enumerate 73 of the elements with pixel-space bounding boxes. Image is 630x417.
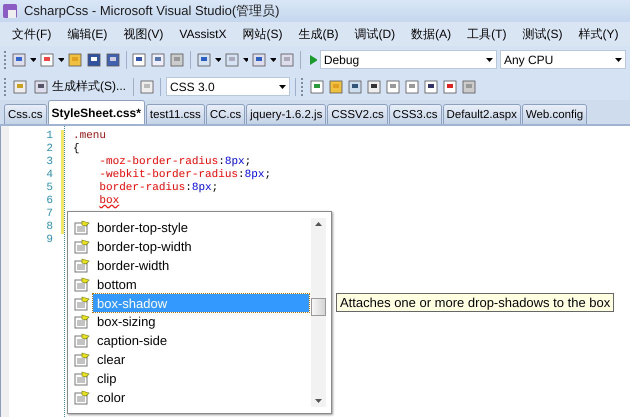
completion-item[interactable]: color xyxy=(93,388,309,407)
code-line: border-radius:8px; xyxy=(98,182,218,194)
caret-icon xyxy=(279,84,286,88)
app-icon xyxy=(2,3,18,19)
document-tab[interactable]: Css.cs xyxy=(4,104,46,124)
menu-item[interactable]: 文件(F) xyxy=(4,26,60,42)
menu-item[interactable]: 测试(S) xyxy=(514,26,570,42)
scroll-down-icon[interactable] xyxy=(315,399,322,403)
line-number: 8 xyxy=(45,221,54,234)
caret-icon xyxy=(242,58,248,62)
menu-item[interactable]: 生成(B) xyxy=(290,26,346,42)
menu-item[interactable]: 调试(D) xyxy=(346,26,404,42)
line-number: 1 xyxy=(45,130,54,143)
document-tab[interactable]: CSSV2.cs xyxy=(327,104,388,124)
document-tab[interactable]: jquery-1.6.2.js xyxy=(246,104,326,124)
line-number: 2 xyxy=(45,143,54,156)
code-line: box xyxy=(98,195,120,207)
completion-item[interactable]: bottom xyxy=(93,275,309,294)
build-style-button[interactable]: 生成样式(S)... xyxy=(31,78,128,95)
caret-icon xyxy=(486,58,493,62)
line-number: 4 xyxy=(45,169,54,182)
document-tab[interactable]: test11.css xyxy=(146,104,205,124)
code-line: -moz-border-radius:8px; xyxy=(98,156,252,168)
configuration-dropdown[interactable]: Debug xyxy=(320,50,497,69)
completion-item[interactable]: box-sizing xyxy=(93,312,309,331)
completion-item[interactable]: border-top-style xyxy=(93,218,309,236)
property-icon xyxy=(74,220,90,235)
completion-item[interactable]: border-top-width xyxy=(93,237,309,256)
caret-icon xyxy=(30,58,36,62)
menu-item[interactable]: VAssistX xyxy=(171,27,234,41)
property-icon xyxy=(74,296,90,311)
property-icon xyxy=(74,390,90,406)
property-icon xyxy=(74,258,90,273)
menu-item[interactable]: 视图(V) xyxy=(115,26,172,42)
scroll-thumb[interactable] xyxy=(311,298,326,316)
line-number: 9 xyxy=(45,234,54,247)
scroll-up-icon[interactable] xyxy=(315,222,322,226)
completion-item[interactable]: caption-side xyxy=(93,332,309,350)
document-tab[interactable]: Default2.aspx xyxy=(442,104,521,124)
line-number: 7 xyxy=(45,208,54,221)
tooltip: Attaches one or more drop-shadows to the box xyxy=(336,293,614,312)
property-icon xyxy=(74,314,90,330)
menu-item[interactable]: 网站(S) xyxy=(234,26,290,42)
caret-icon xyxy=(58,58,64,62)
code-line: -webkit-border-radius:8px; xyxy=(98,169,272,181)
menu-item[interactable]: 编辑(E) xyxy=(59,26,116,42)
property-icon xyxy=(74,276,90,292)
line-number: 3 xyxy=(45,156,54,169)
property-icon xyxy=(74,238,90,254)
caret-icon xyxy=(215,58,221,62)
menu-item[interactable]: 工具(T) xyxy=(459,26,514,42)
line-number: 6 xyxy=(45,195,54,208)
css-version-dropdown[interactable]: CSS 3.0 xyxy=(166,77,290,96)
code-line: .menu xyxy=(73,130,106,142)
document-tab[interactable]: CC.cs xyxy=(206,104,246,124)
caret-icon xyxy=(614,58,622,62)
platform-dropdown[interactable]: Any CPU xyxy=(500,50,626,69)
code-line: { xyxy=(73,143,80,155)
property-icon xyxy=(74,371,90,386)
menu-item[interactable]: 数据(A) xyxy=(403,26,460,42)
completion-item[interactable]: clear xyxy=(93,350,309,369)
line-number: 5 xyxy=(45,182,54,195)
menu-item[interactable]: 样式(Y) xyxy=(570,26,626,42)
property-icon xyxy=(74,333,90,348)
document-tab[interactable]: Web.config xyxy=(522,104,588,124)
property-icon xyxy=(74,352,90,368)
completion-item[interactable]: border-width xyxy=(93,256,309,274)
completion-item[interactable]: clip xyxy=(93,370,309,388)
window-title: CsharpCss - Microsoft Visual Studio(管理员) xyxy=(24,2,280,20)
document-tab[interactable]: CSS3.cs xyxy=(388,104,442,124)
caret-icon xyxy=(270,58,276,62)
scrollbar[interactable] xyxy=(311,218,326,407)
document-tab[interactable]: StyleSheet.css* xyxy=(48,100,145,124)
